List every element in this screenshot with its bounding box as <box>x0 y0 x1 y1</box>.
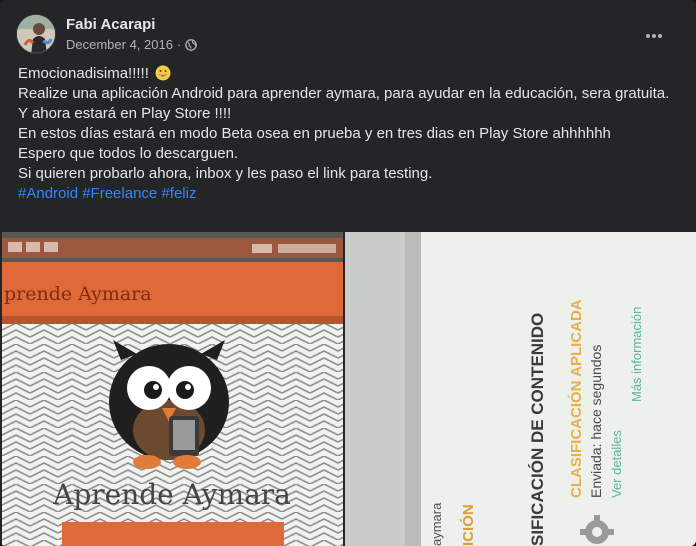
avatar[interactable] <box>16 14 56 54</box>
hashtag-link[interactable]: #Android <box>18 185 78 202</box>
post-line: Realize una aplicación Android para apre… <box>18 85 670 102</box>
globe-icon[interactable] <box>185 38 198 51</box>
edge-text-icion: ICIÓN <box>459 504 477 546</box>
details-link: Ver detalles <box>609 430 624 498</box>
content-classification-heading: SIFICACIÓN DE CONTENIDO <box>528 313 547 546</box>
app-logo-text: Aprende Aymara <box>52 478 291 511</box>
post-card: Fabi Acarapi December 4, 2016 · Emociona… <box>0 0 696 546</box>
photo-play-store-screen[interactable]: aymara ICIÓN SIFICACIÓN DE CONTENIDO CLA… <box>345 232 696 546</box>
app-screen-image: prende Aymara Aprende Aymara <box>2 232 343 546</box>
photo-app-screen[interactable]: prende Aymara Aprende Aymara <box>2 232 343 546</box>
hashtag-link[interactable]: #Freelance <box>82 185 157 202</box>
edge-text-aymara: aymara <box>429 502 444 546</box>
more-horizontal-icon <box>646 34 662 38</box>
post-line-text: Emocionadisima!!!!! <box>18 65 149 82</box>
post-line: Emocionadisima!!!!! <box>18 64 682 84</box>
sent-status: Enviada: hace segundos <box>588 345 604 498</box>
grinning-face-icon <box>155 65 171 81</box>
post-line: Si quieren probarlo ahora, inbox y les p… <box>18 165 433 182</box>
hashtags: #Android #Freelance #feliz <box>18 184 682 204</box>
meta-separator: · <box>176 37 182 52</box>
post-meta: December 4, 2016 · <box>66 37 198 52</box>
post-header: Fabi Acarapi December 4, 2016 · <box>16 14 680 58</box>
author-name[interactable]: Fabi Acarapi <box>66 16 155 33</box>
avatar-image <box>17 15 55 53</box>
post-line: En estos días estará en modo Beta osea e… <box>18 125 611 142</box>
photo-grid: prende Aymara Aprende Aymara aymara ICIÓ… <box>0 232 696 546</box>
play-console-image: aymara ICIÓN SIFICACIÓN DE CONTENIDO CLA… <box>345 232 696 546</box>
post-line: Y ahora estará en Play Store !!!! <box>18 105 232 122</box>
hashtag-link[interactable]: #feliz <box>161 185 196 202</box>
more-info-link: Más información <box>629 307 644 402</box>
post-line: Espero que todos lo descarguen. <box>18 145 239 162</box>
post-text: Emocionadisima!!!!! Realize una aplicaci… <box>18 64 682 204</box>
post-date[interactable]: December 4, 2016 <box>66 37 173 52</box>
app-bar-title: prende Aymara <box>4 283 152 305</box>
classification-applied: CLASIFICACIÓN APLICADA <box>567 299 585 498</box>
more-options-button[interactable] <box>640 22 668 50</box>
